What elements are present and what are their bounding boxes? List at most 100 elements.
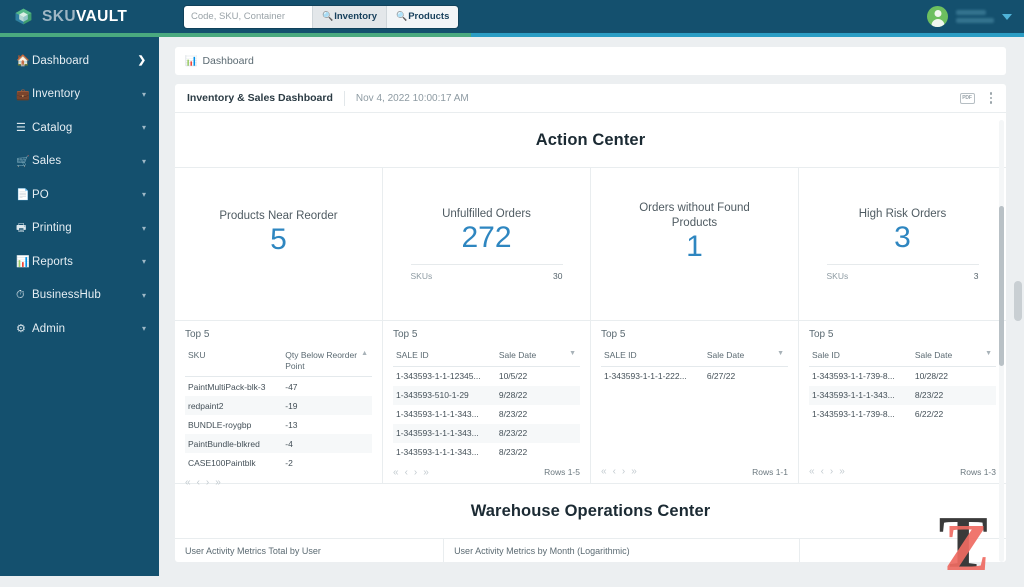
pagination-next-button[interactable]: › xyxy=(206,477,209,488)
table-row[interactable]: PaintMultiPack-blk-3-47 xyxy=(185,377,372,397)
pagination-last-button[interactable]: » xyxy=(215,477,221,488)
pagination-first-button[interactable]: « xyxy=(809,466,815,477)
column-header-sku[interactable]: SKU xyxy=(185,346,282,377)
kpi-card-high-risk-orders[interactable]: High Risk Orders 3 SKUs 3 xyxy=(799,168,1006,320)
kpi-label: Products Near Reorder xyxy=(203,209,355,223)
table-row[interactable]: 1-343593-1-1-1-343...8/23/22 xyxy=(393,443,580,462)
table-row[interactable]: 1-343593-1-1-1-343...8/23/22 xyxy=(393,424,580,443)
table-row[interactable]: 1-343593-1-1-1-222...6/27/22 xyxy=(601,366,788,386)
pagination-last-button[interactable]: » xyxy=(631,466,637,477)
top5-table-products-near-reorder: Top 5 SKU ▲Qty Below Reorder Point Paint… xyxy=(175,321,383,483)
cell-sale-id: 1-343593-1-1-739-8... xyxy=(809,405,912,424)
column-header-sale-date[interactable]: ▼Sale Date xyxy=(912,346,996,366)
pagination-last-button[interactable]: » xyxy=(423,467,429,478)
panel-scrollbar-thumb[interactable] xyxy=(999,206,1004,366)
table-row[interactable]: 1-343593-1-1-739-8...10/28/22 xyxy=(809,366,996,386)
search-products-button[interactable]: 🔍Products xyxy=(386,6,458,28)
cell-sale-id: 1-343593-1-1-1-343... xyxy=(393,443,496,462)
cell-sale-date: 10/28/22 xyxy=(912,366,996,386)
cell-sale-date: 8/23/22 xyxy=(496,424,580,443)
table-row[interactable]: 1-343593-1-1-1-343...8/23/22 xyxy=(809,386,996,405)
action-center-heading: Action Center xyxy=(175,113,1006,167)
chevron-right-icon: ❯ xyxy=(138,55,146,66)
cube-logo-icon xyxy=(14,7,33,26)
column-header-sale-id[interactable]: SALE ID xyxy=(601,346,704,366)
table-row[interactable]: BUNDLE-roygbp-13 xyxy=(185,415,372,434)
chevron-down-icon: ▾ xyxy=(142,90,146,99)
top5-label: Top 5 xyxy=(601,329,788,340)
chevron-down-icon: ▾ xyxy=(142,291,146,300)
kpi-card-orders-without-found-products[interactable]: Orders without Found Products 1 xyxy=(591,168,799,320)
table-row[interactable]: PaintBundle-blkred-4 xyxy=(185,434,372,453)
search-inventory-button[interactable]: 🔍Inventory xyxy=(312,6,386,28)
page-scrollbar-track[interactable] xyxy=(1012,37,1024,576)
breadcrumb-label[interactable]: Dashboard xyxy=(202,55,253,67)
table-row[interactable]: 1-343593-1-1-739-8...6/22/22 xyxy=(809,405,996,424)
chart-icon: 📊 xyxy=(16,255,32,268)
pagination-prev-button[interactable]: ‹ xyxy=(197,477,200,488)
pagination-first-button[interactable]: « xyxy=(185,477,191,488)
sidebar-item-printing[interactable]: 🖶 Printing ▾ xyxy=(0,212,159,246)
table-row[interactable]: 1-343593-1-1-1-343...8/23/22 xyxy=(393,405,580,424)
sidebar-label-sales: Sales xyxy=(32,155,142,167)
dashboard-timestamp: Nov 4, 2022 10:00:17 AM xyxy=(356,93,469,104)
cell-qty: -47 xyxy=(282,377,372,397)
kpi-meta-value: 3 xyxy=(974,271,979,281)
column-label: Sale Date xyxy=(499,350,536,360)
search-input[interactable] xyxy=(184,6,312,28)
cell-qty: -4 xyxy=(282,434,372,453)
brand-logo[interactable]: SKUVAULT xyxy=(0,7,160,26)
pagination-next-button[interactable]: › xyxy=(414,467,417,478)
kpi-card-unfulfilled-orders[interactable]: Unfulfilled Orders 272 SKUs 30 xyxy=(383,168,591,320)
top5-table-orders-without-found-products: Top 5 SALE ID ▼Sale Date 1-343593-1-1-1-… xyxy=(591,321,799,483)
divider xyxy=(344,91,345,106)
page-scrollbar-thumb[interactable] xyxy=(1014,281,1022,321)
table-row[interactable]: CASE100Paintblk-2 xyxy=(185,453,372,472)
sidebar-item-businesshub[interactable]: ⏱ BusinessHub ▾ xyxy=(0,279,159,313)
column-header-sale-date[interactable]: ▼Sale Date xyxy=(496,346,580,366)
table-row[interactable]: 1-343593-1-1-12345...10/5/22 xyxy=(393,366,580,386)
pagination-prev-button[interactable]: ‹ xyxy=(613,466,616,477)
pagination-next-button[interactable]: › xyxy=(622,466,625,477)
pagination-first-button[interactable]: « xyxy=(601,466,607,477)
column-header-sale-date[interactable]: ▼Sale Date xyxy=(704,346,788,366)
column-header-qty-below-reorder-point[interactable]: ▲Qty Below Reorder Point xyxy=(282,346,372,377)
table-row[interactable]: redpaint2-19 xyxy=(185,396,372,415)
sidebar-item-admin[interactable]: ⚙ Admin ▾ xyxy=(0,312,159,346)
user-name-redacted xyxy=(956,10,994,23)
panel-scrollbar-track[interactable] xyxy=(999,120,1004,562)
main-content: 📊 Dashboard Inventory & Sales Dashboard … xyxy=(159,37,1024,576)
table-footer: « ‹ › » Rows 1-5 xyxy=(393,462,580,484)
kpi-card-products-near-reorder[interactable]: Products Near Reorder 5 xyxy=(175,168,383,320)
sidebar-label-admin: Admin xyxy=(32,323,142,335)
kebab-menu-icon[interactable] xyxy=(988,90,995,106)
user-avatar-icon xyxy=(927,6,948,27)
kpi-value: 5 xyxy=(203,223,355,258)
pagination-prev-button[interactable]: ‹ xyxy=(821,466,824,477)
user-menu[interactable] xyxy=(927,6,1024,27)
pagination-last-button[interactable]: » xyxy=(839,466,845,477)
table-row[interactable]: 1-343593-510-1-299/28/22 xyxy=(393,386,580,405)
sidebar-label-inventory: Inventory xyxy=(32,88,142,100)
briefcase-icon: 💼 xyxy=(16,88,32,101)
cell-sale-id: 1-343593-1-1-1-343... xyxy=(393,405,496,424)
column-header-sale-id[interactable]: SALE ID xyxy=(393,346,496,366)
kpi-label: Orders without Found Products xyxy=(619,201,771,230)
column-label: Sale Date xyxy=(915,350,952,360)
pagination-prev-button[interactable]: ‹ xyxy=(405,467,408,478)
chevron-down-icon[interactable] xyxy=(1002,14,1012,20)
cell-sale-id: 1-343593-1-1-1-343... xyxy=(393,424,496,443)
sidebar-item-reports[interactable]: 📊 Reports ▾ xyxy=(0,245,159,279)
column-header-sale-id[interactable]: Sale ID xyxy=(809,346,912,366)
pagination-next-button[interactable]: › xyxy=(830,466,833,477)
sidebar-item-sales[interactable]: 🛒 Sales ▾ xyxy=(0,145,159,179)
pdf-export-icon[interactable]: PDF xyxy=(960,93,975,104)
sidebar-item-catalog[interactable]: ☰ Catalog ▾ xyxy=(0,111,159,145)
sidebar-item-po[interactable]: 📄 PO ▾ xyxy=(0,178,159,212)
pagination-first-button[interactable]: « xyxy=(393,467,399,478)
brand-wordmark: SKUVAULT xyxy=(42,8,127,26)
sidebar-item-inventory[interactable]: 💼 Inventory ▾ xyxy=(0,78,159,112)
cell-qty: -2 xyxy=(282,453,372,472)
sidebar-item-dashboard[interactable]: 🏠 Dashboard ❯ xyxy=(0,44,159,78)
column-label: SKU xyxy=(188,350,205,360)
